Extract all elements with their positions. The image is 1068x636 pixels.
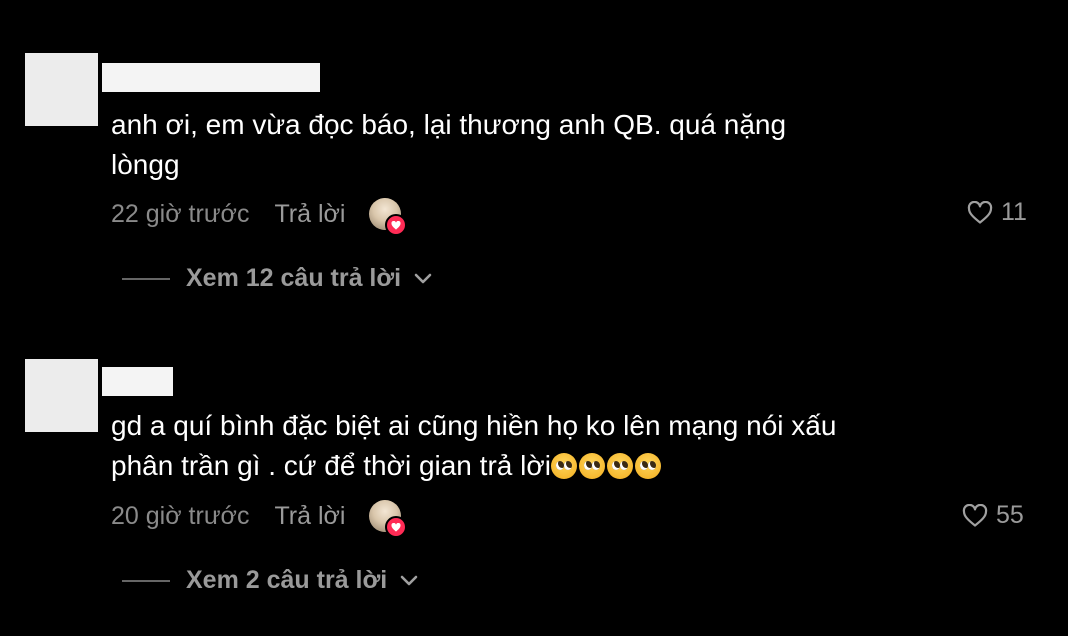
divider-line (122, 579, 170, 582)
view-replies-label: Xem 12 câu trả lời (186, 264, 402, 292)
pleading-face-emoji (578, 453, 605, 479)
heart-icon (385, 516, 408, 538)
comment-text: anh ơi, em vừa đọc báo, lại thương anh Q… (111, 105, 786, 185)
comment-meta: 22 giờ trước Trả lời (111, 194, 408, 236)
view-replies-button[interactable]: Xem 2 câu trả lời (122, 566, 419, 595)
like-count: 11 (1001, 198, 1027, 226)
creator-liked-avatar (369, 198, 408, 236)
view-replies-label: Xem 2 câu trả lời (186, 566, 388, 594)
like-button[interactable]: 55 (962, 501, 1024, 530)
divider-line (122, 277, 170, 280)
like-button[interactable]: 11 (967, 198, 1027, 227)
reply-button[interactable]: Trả lời (274, 200, 345, 229)
comment-text: gd a quí bình đặc biệt ai cũng hiền họ k… (111, 406, 836, 486)
chevron-down-icon (414, 273, 432, 283)
comment-text-segment: phân trần gì . cứ để thời gian trả lời (111, 450, 551, 481)
comment-text-line: phân trần gì . cứ để thời gian trả lời (111, 446, 836, 486)
username-redacted[interactable] (102, 367, 173, 396)
pleading-face-emoji (634, 453, 661, 479)
creator-liked-avatar (369, 500, 408, 538)
heart-outline-icon (962, 503, 988, 527)
timestamp: 22 giờ trước (111, 199, 250, 228)
comment-text-line: lòngg (111, 149, 180, 180)
avatar-redacted[interactable] (25, 359, 98, 432)
view-replies-button[interactable]: Xem 12 câu trả lời (122, 264, 433, 293)
timestamp: 20 giờ trước (111, 501, 250, 530)
comment-text-line: anh ơi, em vừa đọc báo, lại thương anh Q… (111, 109, 787, 140)
comment-text-line: gd a quí bình đặc biệt ai cũng hiền họ k… (111, 410, 837, 441)
pleading-face-emoji (606, 453, 633, 479)
chevron-down-icon (400, 575, 418, 585)
like-count: 55 (996, 501, 1024, 529)
reply-button[interactable]: Trả lời (274, 502, 345, 531)
avatar-redacted[interactable] (25, 53, 98, 126)
comment-meta: 20 giờ trước Trả lời (111, 496, 408, 538)
username-redacted[interactable] (102, 63, 320, 92)
heart-icon (385, 214, 408, 236)
pleading-face-emoji (550, 453, 577, 479)
heart-outline-icon (967, 200, 993, 224)
